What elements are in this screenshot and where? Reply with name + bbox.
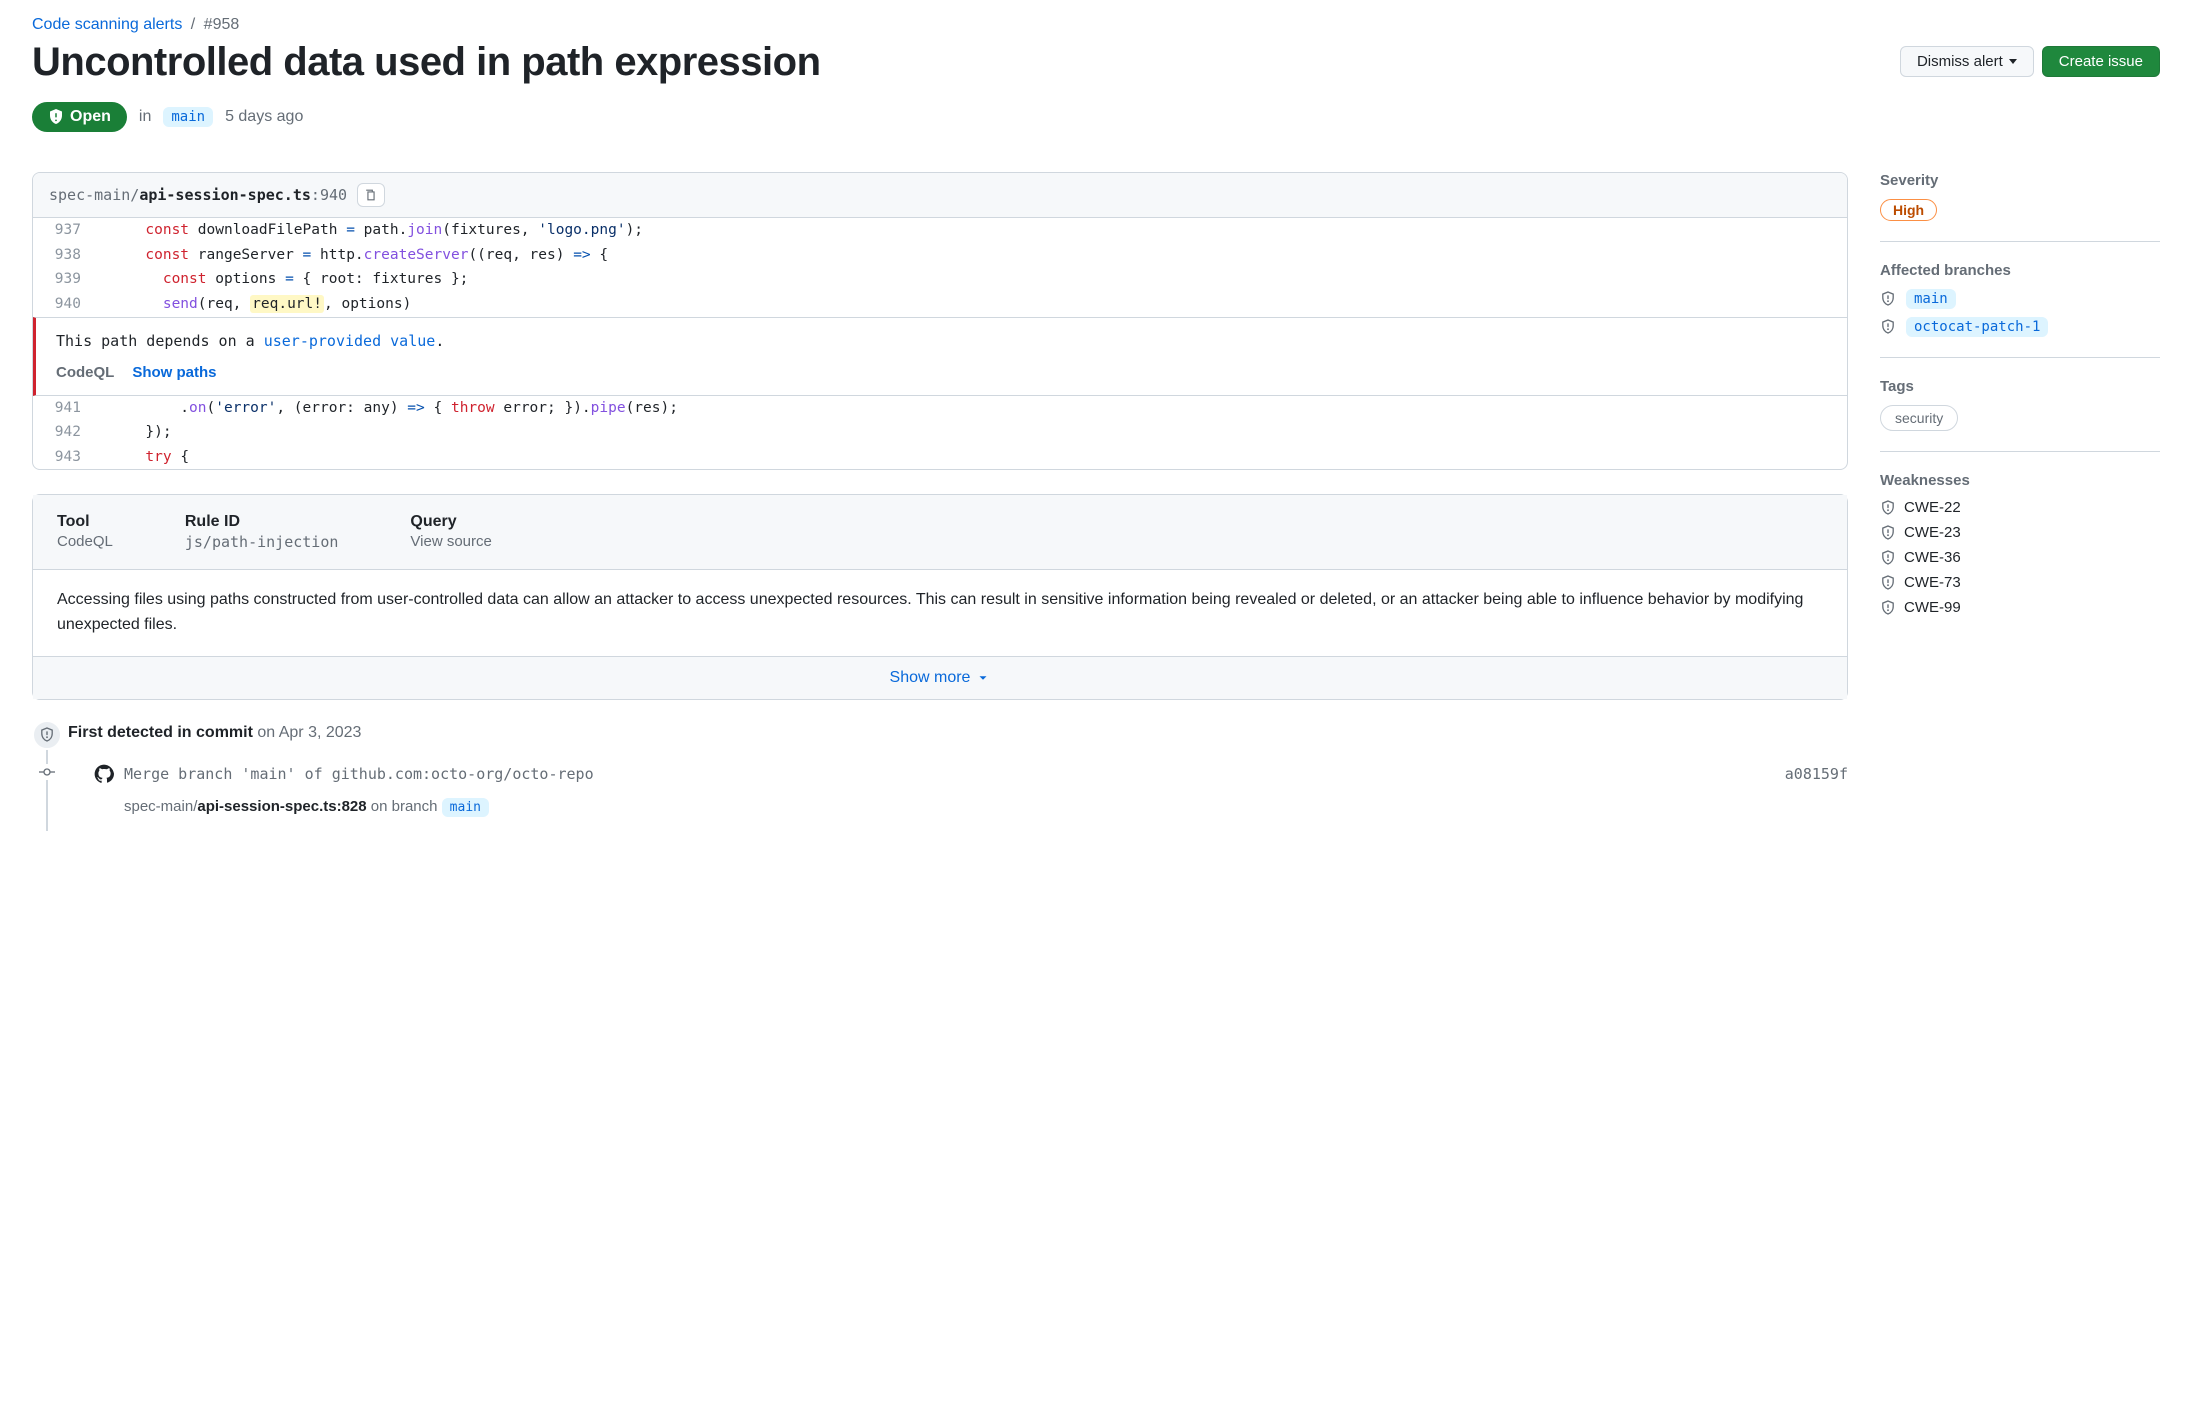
code-content: send(req, req.url!, options) (93, 292, 1847, 317)
weakness-item[interactable]: CWE-73 (1880, 574, 2160, 591)
status-in-label: in (139, 108, 151, 126)
timeline-branch[interactable]: main (442, 798, 489, 817)
line-number: 943 (33, 445, 93, 470)
line-number: 938 (33, 243, 93, 268)
author-avatar[interactable] (94, 764, 114, 784)
breadcrumb: Code scanning alerts / #958 (32, 16, 2160, 34)
affected-branches-heading: Affected branches (1880, 262, 2160, 279)
shield-icon (1880, 291, 1896, 307)
tags-heading: Tags (1880, 378, 2160, 395)
shield-icon (39, 727, 55, 743)
code-content: .on('error', (error: any) => { throw err… (93, 396, 1847, 421)
line-number: 937 (33, 218, 93, 243)
chevron-down-icon (976, 671, 990, 685)
shield-icon (1880, 600, 1896, 616)
rule-id-heading: Rule ID (185, 513, 339, 531)
code-content: try { (93, 445, 1847, 470)
caret-down-icon (2009, 59, 2017, 64)
line-number: 941 (33, 396, 93, 421)
code-location-box: spec-main/api-session-spec.ts:940 937 co… (32, 172, 1848, 470)
shield-icon (1880, 575, 1896, 591)
shield-icon (48, 109, 64, 125)
commit-message[interactable]: Merge branch 'main' of github.com:octo-o… (124, 765, 1775, 783)
first-detected-row: First detected in commit on Apr 3, 2023 (68, 724, 1848, 742)
code-content: const rangeServer = http.createServer((r… (93, 243, 1847, 268)
code-line: 942 }); (33, 420, 1847, 445)
severity-heading: Severity (1880, 172, 2160, 189)
tool-heading: Tool (57, 513, 113, 531)
code-content: const options = { root: fixtures }; (93, 267, 1847, 292)
weakness-item[interactable]: CWE-23 (1880, 524, 2160, 541)
code-line: 943 try { (33, 445, 1847, 470)
status-time: 5 days ago (225, 108, 303, 126)
alert-message: This path depends on a user-provided val… (56, 332, 1827, 350)
create-issue-button[interactable]: Create issue (2042, 46, 2160, 77)
page-title: Uncontrolled data used in path expressio… (32, 38, 821, 86)
weakness-item[interactable]: CWE-36 (1880, 549, 2160, 566)
commit-dot-icon (39, 764, 55, 780)
state-badge-open: Open (32, 102, 127, 132)
affected-branch-item[interactable]: main (1880, 289, 2160, 309)
show-more-link[interactable]: Show more (890, 669, 991, 687)
tool-value: CodeQL (57, 533, 113, 550)
tag-pill[interactable]: security (1880, 405, 1958, 431)
rule-description: Accessing files using paths constructed … (33, 570, 1847, 657)
view-source-link[interactable]: View source (410, 533, 491, 550)
code-line: 937 const downloadFilePath = path.join(f… (33, 218, 1847, 243)
weakness-item[interactable]: CWE-99 (1880, 599, 2160, 616)
shield-icon (1880, 550, 1896, 566)
affected-branch-item[interactable]: octocat-patch-1 (1880, 317, 2160, 337)
file-path[interactable]: spec-main/api-session-spec.ts:940 (49, 186, 347, 204)
code-line: 938 const rangeServer = http.createServe… (33, 243, 1847, 268)
status-branch[interactable]: main (163, 107, 213, 127)
severity-badge: High (1880, 199, 1937, 221)
commit-sha-link[interactable]: a08159f (1785, 765, 1848, 783)
timeline-badge-shield (32, 720, 62, 750)
breadcrumb-separator: / (191, 16, 195, 33)
shield-icon (1880, 319, 1896, 335)
dismiss-alert-button[interactable]: Dismiss alert (1900, 46, 2034, 77)
user-provided-value-link[interactable]: user-provided value (264, 332, 436, 350)
sidebar: Severity High Affected branches main octo… (1880, 172, 2160, 656)
show-paths-link[interactable]: Show paths (132, 364, 216, 381)
weakness-item[interactable]: CWE-22 (1880, 499, 2160, 516)
copy-path-button[interactable] (357, 183, 385, 207)
timeline-file-location: spec-main/api-session-spec.ts:828 on bra… (94, 798, 1848, 815)
code-line: 940 send(req, req.url!, options) (33, 292, 1847, 317)
tool-label: CodeQL (56, 364, 114, 381)
breadcrumb-parent-link[interactable]: Code scanning alerts (32, 16, 182, 33)
alert-annotation: This path depends on a user-provided val… (33, 317, 1847, 396)
line-number: 942 (33, 420, 93, 445)
rule-id-value: js/path-injection (185, 533, 339, 551)
code-line: 939 const options = { root: fixtures }; (33, 267, 1847, 292)
timeline: First detected in commit on Apr 3, 2023 … (32, 720, 1848, 831)
copy-icon (364, 188, 378, 202)
git-commit-icon (39, 764, 55, 780)
code-content: }); (93, 420, 1847, 445)
shield-icon (1880, 525, 1896, 541)
rule-details-box: Tool CodeQL Rule ID js/path-injection Qu… (32, 494, 1848, 700)
shield-icon (1880, 500, 1896, 516)
query-heading: Query (410, 513, 491, 531)
code-line: 941 .on('error', (error: any) => { throw… (33, 396, 1847, 421)
code-content: const downloadFilePath = path.join(fixtu… (93, 218, 1847, 243)
octocat-icon (94, 764, 114, 784)
breadcrumb-number: #958 (204, 16, 240, 33)
line-number: 940 (33, 292, 93, 317)
line-number: 939 (33, 267, 93, 292)
weaknesses-heading: Weaknesses (1880, 472, 2160, 489)
